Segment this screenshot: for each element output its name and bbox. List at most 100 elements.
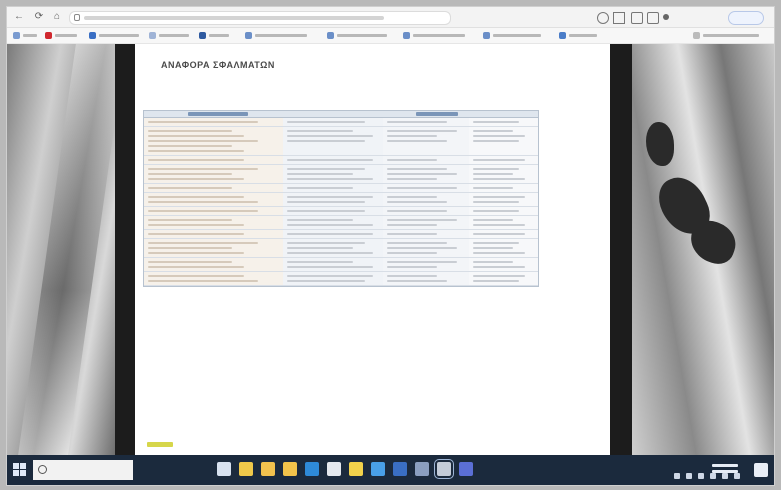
cell-text [387,187,457,189]
cell-text [473,130,513,132]
cell-text [387,173,457,175]
extensions-icon[interactable] [647,12,659,24]
table-cell [283,118,384,126]
refresh-icon[interactable]: ⟳ [33,11,45,23]
profile-button[interactable] [728,11,764,25]
table-row [144,184,538,193]
home-icon[interactable]: ⌂ [51,11,63,23]
table-cell [144,272,284,285]
address-bar[interactable] [69,11,451,25]
table-cell [383,193,470,206]
cell-text [473,280,519,282]
taskbar-search-input[interactable] [33,460,133,480]
table-row [144,272,538,286]
task-view-icon[interactable] [217,462,231,476]
table-cell [283,165,384,183]
table-cell [144,184,284,192]
browser-icon[interactable] [327,462,341,476]
app3-icon[interactable] [434,459,454,479]
notification-icon[interactable] [754,463,768,477]
table-cell [144,216,284,229]
table-cell [383,127,470,155]
cell-text [287,219,353,221]
table-cell [144,230,284,238]
cell-text [148,224,244,226]
table-cell [283,127,384,155]
cell-text [387,242,447,244]
web-page: ΑΝΑΦΟΡΑ ΣΦΑΛΜΑΤΩΝ [7,44,774,455]
cell-text [148,242,258,244]
table-cell [383,184,470,192]
table-cell [144,193,284,206]
cell-text [387,168,447,170]
explorer-icon[interactable] [283,462,297,476]
collections-icon[interactable] [631,12,643,24]
app-icon[interactable] [371,462,385,476]
table-cell [383,272,470,285]
edge-icon[interactable] [305,462,319,476]
windows-start-icon[interactable] [13,463,27,477]
cell-text [287,242,365,244]
cell-text [387,233,437,235]
table-row [144,216,538,230]
cell-text [148,173,232,175]
cell-text [473,121,519,123]
cell-text [148,210,258,212]
data-table [143,110,539,287]
word-icon[interactable] [393,462,407,476]
table-cell [283,216,384,229]
table-row [144,118,538,127]
app2-icon[interactable] [415,462,429,476]
table-cell [283,207,384,215]
table-cell [469,127,538,155]
table-cell [469,184,538,192]
cell-text [473,210,519,212]
cell-text [387,178,437,180]
cell-text [387,121,447,123]
cell-text [473,187,513,189]
store-icon[interactable] [239,462,253,476]
table-row [144,165,538,184]
table-cell [469,193,538,206]
taskbar [7,455,774,485]
cell-text [387,135,437,137]
table-cell [383,258,470,271]
cell-text [473,173,513,175]
cell-text [287,168,365,170]
back-icon[interactable]: ← [13,11,25,23]
tray-icon[interactable] [686,473,692,479]
table-row [144,207,538,216]
cell-text [148,140,258,142]
table-cell [383,230,470,238]
footer-note [147,442,173,447]
security-icon[interactable] [349,462,363,476]
cell-text [387,210,447,212]
star-icon[interactable] [613,12,625,24]
zoom-icon[interactable] [597,12,609,24]
cell-text [387,219,457,221]
cell-text [148,201,258,203]
dark-side-bar-right [610,44,632,455]
table-cell [144,118,284,126]
account-icon[interactable] [663,14,669,20]
cell-text [287,280,365,282]
cell-text [387,130,457,132]
cell-text [473,266,525,268]
browser-toolbar: ← ⟳ ⌂ [7,7,774,28]
table-cell [383,118,470,126]
teams-icon[interactable] [459,462,473,476]
table-row [144,239,538,258]
table-cell [283,258,384,271]
cell-text [287,201,365,203]
cell-text [148,159,244,161]
cell-text [148,233,244,235]
mail-icon[interactable] [261,462,275,476]
dark-side-bar-left [115,44,135,455]
cell-text [148,196,244,198]
table-cell [283,230,384,238]
system-clock[interactable] [708,461,742,479]
table-row [144,127,538,156]
tray-icon[interactable] [698,473,704,479]
tray-icon[interactable] [674,473,680,479]
cell-text [473,247,513,249]
